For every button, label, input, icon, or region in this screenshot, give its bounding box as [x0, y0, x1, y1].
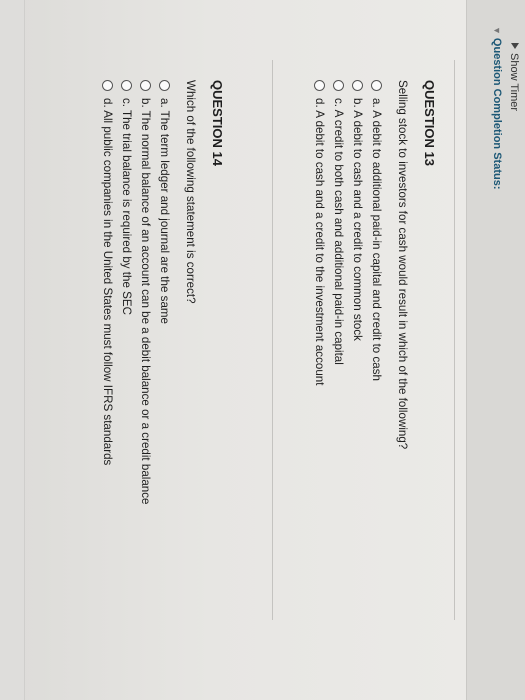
- answer-option-b[interactable]: b. The normal balance of an account can …: [136, 80, 155, 504]
- photo-stage: Show Timer ▼Question Completion Status: …: [0, 0, 525, 700]
- answer-label: a. A debit to additional paid-in capital…: [370, 98, 383, 381]
- completion-status-toggle[interactable]: ▼ Question Completion Status:: [491, 26, 503, 189]
- question-title: QUESTION 13: [422, 80, 437, 166]
- question-prompt: Which of the following statement is corr…: [184, 80, 197, 304]
- answer-option-d[interactable]: d. A debit to cash and a credit to the i…: [310, 80, 329, 449]
- answer-option-c[interactable]: c. A credit to both cash and additional …: [329, 80, 348, 449]
- answer-label: b. The normal balance of an account can …: [139, 98, 152, 505]
- radio-button[interactable]: [371, 80, 382, 91]
- radio-button[interactable]: [352, 80, 363, 91]
- radio-button[interactable]: [314, 80, 325, 91]
- answer-label: d. All public companies in the United St…: [101, 98, 114, 466]
- radio-button[interactable]: [102, 80, 113, 91]
- chevron-down-icon: ▼: [492, 26, 502, 35]
- answer-label: d. A debit to cash and a credit to the i…: [313, 98, 326, 386]
- answer-option-d[interactable]: d. All public companies in the United St…: [98, 80, 117, 504]
- divider: [272, 60, 273, 620]
- radio-button[interactable]: [121, 80, 132, 91]
- radio-button[interactable]: [159, 80, 170, 91]
- answer-label: b. A debit to cash and a credit to commo…: [351, 98, 364, 341]
- show-timer-label: Show Timer: [508, 53, 520, 112]
- page-edge: [0, 0, 25, 700]
- question-13: QUESTION 13 Selling stock to investors f…: [310, 80, 437, 449]
- answer-label: c. A credit to both cash and additional …: [332, 98, 345, 365]
- quiz-page: Show Timer ▼Question Completion Status: …: [0, 0, 525, 700]
- question-title: QUESTION 14: [210, 80, 225, 166]
- radio-button[interactable]: [333, 80, 344, 91]
- answer-option-a[interactable]: a. A debit to additional paid-in capital…: [367, 80, 386, 449]
- answer-label: c. The trial balance is required by the …: [120, 98, 133, 315]
- question-prompt: Selling stock to investors for cash woul…: [396, 80, 409, 450]
- completion-status-label: Question Completion Status:: [491, 37, 503, 190]
- expand-triangle-icon: [511, 43, 519, 49]
- answer-option-c[interactable]: c. The trial balance is required by the …: [117, 80, 136, 504]
- divider: [454, 60, 455, 620]
- show-timer-toggle[interactable]: Show Timer: [508, 43, 520, 111]
- answer-label: a. The term ledger and journal are the s…: [158, 98, 171, 324]
- question-14: QUESTION 14 Which of the following state…: [98, 80, 225, 504]
- radio-button[interactable]: [140, 80, 151, 91]
- answer-option-b[interactable]: b. A debit to cash and a credit to commo…: [348, 80, 367, 449]
- answer-option-a[interactable]: a. The term ledger and journal are the s…: [155, 80, 174, 504]
